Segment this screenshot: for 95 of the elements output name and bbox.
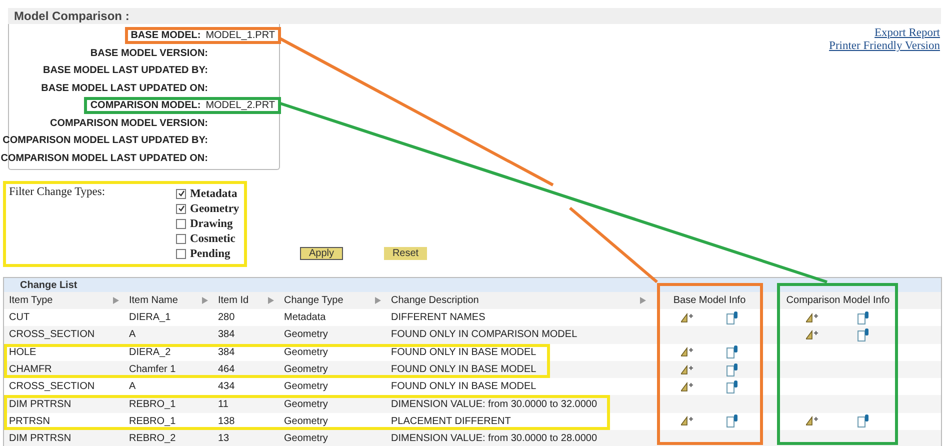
column-header: Item Type (9, 295, 53, 306)
action-button[interactable]: Reset (384, 247, 427, 260)
table-cell-text: REBRO_1 (129, 398, 177, 410)
checkbox[interactable] (176, 218, 186, 228)
table-cell-text: 384 (218, 346, 236, 358)
sort-icon[interactable] (640, 297, 646, 304)
ruler-icon[interactable] (680, 364, 692, 375)
document-icon[interactable] (857, 328, 870, 342)
table-cell-text: PLACEMENT DIFFERENT (391, 416, 512, 427)
filter-option[interactable]: Cosmetic (176, 231, 244, 246)
field-label: BASE MODEL: (130, 30, 201, 42)
table-cell-text: FOUND ONLY IN BASE MODEL (391, 364, 538, 376)
page-title: Model Comparison : (14, 9, 130, 23)
column-header: Base Model Info (672, 295, 747, 306)
field-value: MODEL_2.PRT (206, 100, 275, 112)
filter-title: Filter Change Types: (9, 186, 106, 200)
change-list-title: Change List (20, 280, 78, 290)
table-cell-text: A (129, 381, 137, 392)
table-cell-text: 280 (218, 312, 236, 324)
table-cell-text: FOUND ONLY IN COMPARISON MODEL (391, 329, 578, 340)
document-icon[interactable] (726, 310, 738, 325)
table-cell-text: Geometry (284, 381, 329, 392)
table-cell-text: Chamfer 1 (129, 364, 177, 376)
document-icon[interactable] (857, 414, 870, 428)
table-cell-text: PRTRSN (9, 416, 51, 427)
table-cell-text: DIM PRTRSN (9, 433, 72, 444)
filter-option[interactable]: Metadata (176, 186, 244, 201)
action-button[interactable]: Apply (300, 247, 343, 260)
table-cell-text: Geometry (284, 416, 329, 427)
table-cell-text: 13 (218, 433, 230, 444)
filter-option[interactable]: Drawing (176, 216, 244, 231)
column-header: Change Description (391, 295, 479, 306)
table-cell-text: CROSS_SECTION (9, 381, 96, 392)
field-label: COMPARISON MODEL VERSION: (50, 118, 208, 129)
table-cell-text: DIERA_1 (129, 312, 172, 324)
table-cell-text: CHAMFR (9, 364, 53, 376)
sort-icon[interactable] (375, 297, 381, 304)
checkbox[interactable] (176, 234, 186, 244)
ruler-icon[interactable] (806, 312, 818, 323)
sort-icon[interactable] (202, 297, 208, 304)
table-cell-text: DIMENSION VALUE: from 30.0000 to 28.0000 (391, 433, 598, 444)
table-cell-text: DIERA_2 (129, 346, 172, 358)
table-cell-text: Geometry (284, 433, 329, 444)
table-cell-text: CROSS_SECTION (9, 329, 96, 340)
ruler-icon[interactable] (680, 347, 692, 358)
ruler-icon[interactable] (680, 416, 692, 426)
table-cell-text: Geometry (284, 364, 329, 376)
table-cell-text: 384 (218, 329, 236, 340)
table-cell-text: DIM PRTRSN (9, 398, 72, 410)
report-link[interactable]: Export Report (874, 27, 940, 40)
table-cell-text: A (129, 329, 137, 340)
table-cell-text: DIMENSION VALUE: from 30.0000 to 32.0000 (391, 398, 598, 410)
document-icon[interactable] (857, 310, 870, 325)
ruler-icon[interactable] (680, 382, 692, 392)
table-cell-text: CUT (9, 312, 31, 324)
document-icon[interactable] (726, 345, 738, 360)
document-icon[interactable] (726, 380, 738, 394)
checkbox[interactable] (176, 204, 186, 214)
table-cell-text: 434 (218, 381, 236, 392)
field-label: COMPARISON MODEL LAST UPDATED BY: (2, 135, 208, 146)
field-label: BASE MODEL LAST UPDATED ON: (41, 82, 208, 94)
filter-option[interactable]: Pending (176, 246, 244, 261)
table-cell-text: 464 (218, 364, 236, 376)
column-header: Item Name (129, 295, 178, 306)
table-cell-text: Geometry (284, 346, 329, 358)
table-cell-text: REBRO_1 (129, 416, 177, 427)
table-cell-text: 11 (218, 398, 230, 410)
field-label: COMPARISON MODEL LAST UPDATED ON: (0, 152, 208, 164)
sort-icon[interactable] (268, 297, 274, 304)
table-cell-text: Geometry (284, 329, 329, 340)
sort-icon[interactable] (113, 297, 119, 304)
field-value: MODEL_1.PRT (206, 30, 275, 42)
document-icon[interactable] (726, 414, 738, 428)
column-header: Item Id (218, 295, 249, 306)
column-header: Change Type (284, 295, 344, 306)
field-label: BASE MODEL VERSION: (90, 48, 208, 59)
field-label: BASE MODEL LAST UPDATED BY: (42, 65, 208, 76)
table-cell-text: Metadata (284, 312, 327, 324)
field-label: COMPARISON MODEL: (90, 100, 201, 112)
table-cell-text: FOUND ONLY IN BASE MODEL (391, 346, 538, 358)
ruler-icon[interactable] (806, 416, 818, 426)
checkbox[interactable] (176, 188, 186, 198)
table-cell-text: REBRO_2 (129, 433, 177, 444)
table-cell-text: DIFFERENT NAMES (391, 312, 486, 324)
table-cell-text: Geometry (284, 398, 329, 410)
checkbox[interactable] (176, 248, 186, 258)
report-link[interactable]: Printer Friendly Version (829, 40, 940, 53)
document-icon[interactable] (726, 362, 738, 377)
ruler-icon[interactable] (680, 312, 692, 323)
column-header: Comparison Model Info (785, 295, 891, 306)
table-cell-text: 138 (218, 416, 236, 427)
table-cell-text: HOLE (9, 346, 38, 358)
filter-option[interactable]: Geometry (176, 201, 244, 216)
table-cell-text: FOUND ONLY IN BASE MODEL (391, 381, 538, 392)
ruler-icon[interactable] (806, 330, 818, 340)
